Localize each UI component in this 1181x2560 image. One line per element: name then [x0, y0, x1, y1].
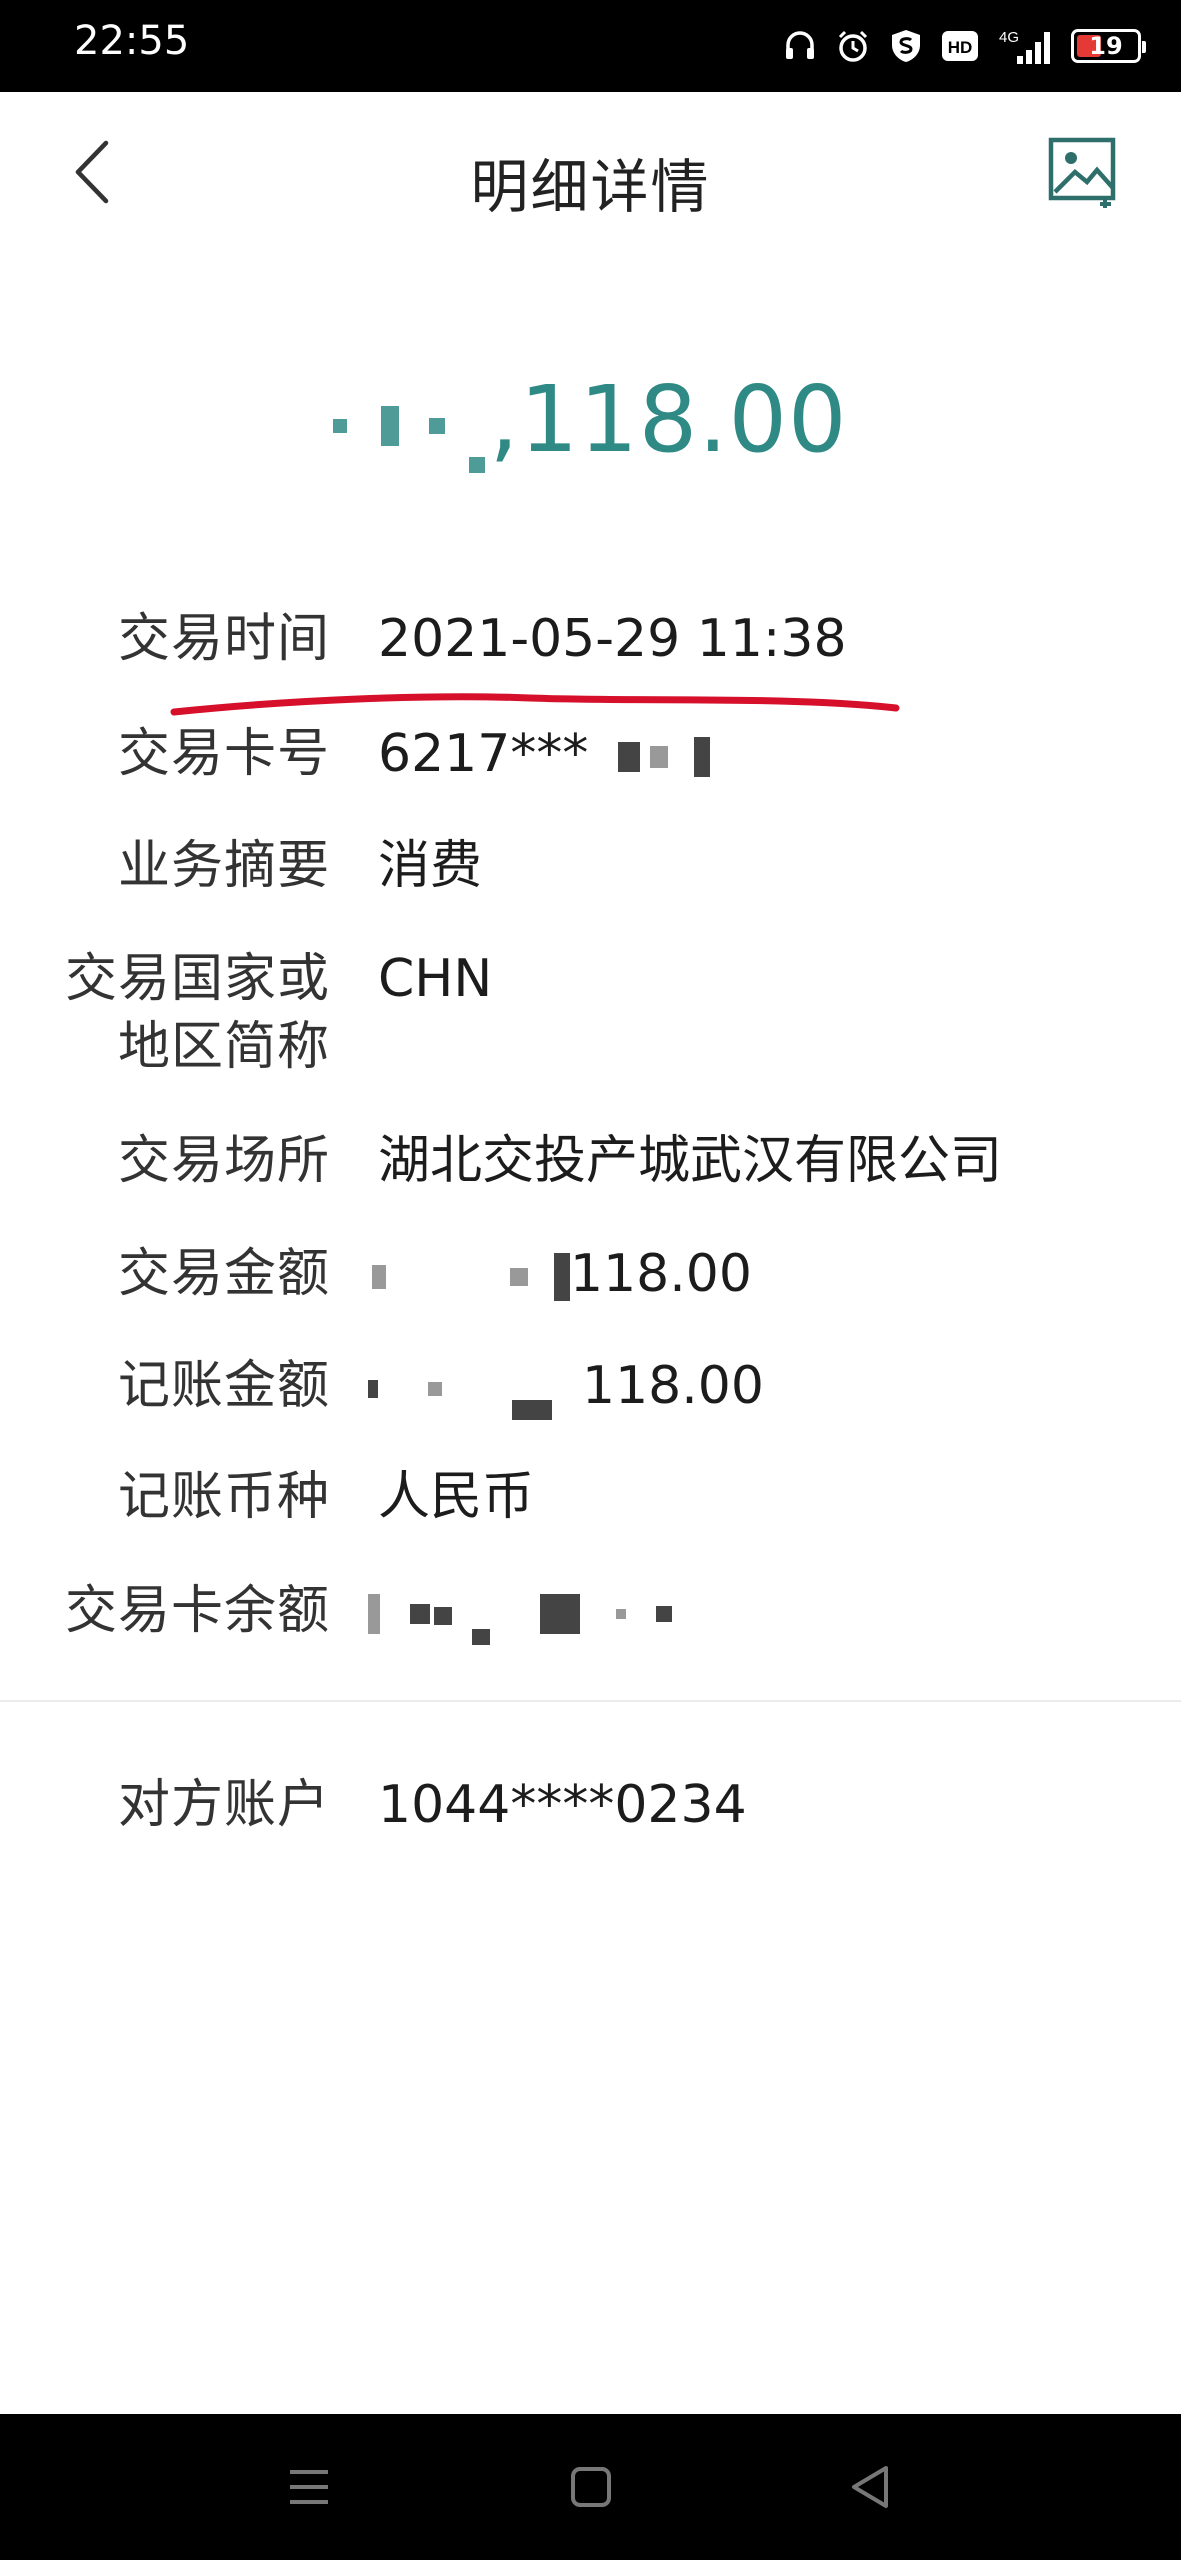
redacted-block — [694, 737, 711, 777]
redacted-block — [510, 1268, 528, 1286]
redacted-block — [540, 1594, 580, 1634]
detail-label: 交易时间 — [117, 609, 330, 669]
redacted-block — [554, 1253, 570, 1301]
redacted-block — [381, 405, 400, 446]
redacted-block — [372, 1265, 386, 1289]
detail-label-multiline: 交易国家或 地区简称 — [0, 945, 330, 1081]
amount-visible-digits: 118.00 — [570, 1244, 752, 1304]
detail-label: 交易卡号 — [117, 724, 330, 784]
headset-icon — [786, 31, 814, 59]
detail-row-time: 交易时间 2021-05-29 11:38 — [0, 605, 1181, 673]
detail-label: 交易场所 — [117, 1131, 330, 1191]
redacted-block — [656, 1606, 672, 1622]
alarm-icon — [838, 30, 868, 62]
network-type-label: 4G — [999, 29, 1019, 46]
detail-label: 对方账户 — [117, 1775, 330, 1835]
detail-row-merchant: 交易场所 湖北交投产城武汉有限公司 — [0, 1127, 1181, 1195]
redacted-block — [333, 418, 348, 433]
detail-label-line: 交易国家或 — [64, 949, 330, 1009]
detail-value: 人民币 — [378, 1467, 535, 1527]
detail-value-redacted — [368, 1577, 672, 1645]
status-bar: 22:55 HD 4G 19 — [0, 0, 1181, 92]
detail-value: 1044****0234 — [378, 1775, 747, 1835]
status-time: 22:55 — [74, 18, 190, 64]
redacted-block — [650, 746, 669, 768]
redacted-block — [472, 1629, 490, 1645]
detail-label-line: 地区简称 — [117, 1017, 330, 1077]
home-square-icon — [571, 2467, 611, 2507]
detail-row-transaction-amount: 交易金额 118.00 — [0, 1240, 1181, 1308]
card-number-visible: 6217*** — [378, 724, 589, 784]
detail-label: 交易卡余额 — [64, 1581, 330, 1641]
battery-percent: 19 — [1089, 32, 1123, 60]
detail-value: 湖北交投产城武汉有限公司 — [378, 1131, 1003, 1191]
redacted-block — [428, 1382, 442, 1396]
detail-row-country: 交易国家或 地区简称 CHN — [0, 945, 1181, 1081]
detail-value: 118.00 — [372, 1240, 752, 1308]
detail-value: 118.00 — [368, 1352, 764, 1420]
redacted-block — [410, 1604, 430, 1624]
detail-value: 6217*** — [378, 720, 711, 788]
detail-row-card-number: 交易卡号 6217*** — [0, 720, 1181, 788]
detail-value: 消费 — [378, 836, 483, 896]
section-divider — [0, 1700, 1181, 1702]
detail-label: 业务摘要 — [117, 836, 330, 896]
redacted-block — [512, 1400, 552, 1420]
hd-icon: HD — [942, 31, 978, 61]
back-triangle-icon — [852, 2466, 888, 2508]
nav-header: 明细详情 — [0, 92, 1181, 264]
system-nav-bar — [0, 2414, 1181, 2560]
amount-visible-digits: 118.00 — [582, 1356, 764, 1416]
amount-visible-digits: ,118.00 — [489, 366, 848, 473]
save-image-button[interactable] — [1047, 136, 1121, 210]
detail-label: 记账币种 — [117, 1467, 330, 1527]
detail-label: 交易金额 — [117, 1244, 330, 1304]
detail-row-posted-amount: 记账金额 118.00 — [0, 1352, 1181, 1420]
detail-row-summary: 业务摘要 消费 — [0, 832, 1181, 900]
redacted-block — [618, 742, 641, 772]
transaction-amount: ,118.00 — [0, 366, 1181, 473]
redacted-block — [429, 417, 446, 434]
status-icons: HD 4G 19 — [783, 22, 1146, 70]
detail-value: 2021-05-29 11:38 — [378, 609, 847, 669]
image-icon — [1048, 137, 1116, 208]
page-title: 明细详情 — [470, 153, 711, 221]
system-back-button[interactable] — [838, 2454, 904, 2520]
detail-row-counterparty: 对方账户 1044****0234 — [0, 1771, 1181, 1839]
detail-value: CHN — [378, 949, 493, 1009]
redacted-block — [434, 1607, 452, 1625]
redacted-block — [368, 1380, 378, 1398]
detail-label: 记账金额 — [117, 1356, 330, 1416]
menu-button[interactable] — [276, 2454, 342, 2520]
redacted-block — [616, 1609, 626, 1619]
shield-s-icon — [892, 30, 920, 62]
home-button[interactable] — [558, 2454, 624, 2520]
detail-row-currency: 记账币种 人民币 — [0, 1463, 1181, 1531]
hd-label: HD — [948, 38, 973, 57]
menu-icon — [290, 2470, 328, 2504]
battery-icon: 19 — [1071, 29, 1146, 63]
redacted-block — [368, 1594, 380, 1634]
signal-4g-icon: 4G — [999, 29, 1050, 64]
redacted-block — [469, 457, 486, 473]
detail-row-balance: 交易卡余额 — [0, 1577, 1181, 1645]
